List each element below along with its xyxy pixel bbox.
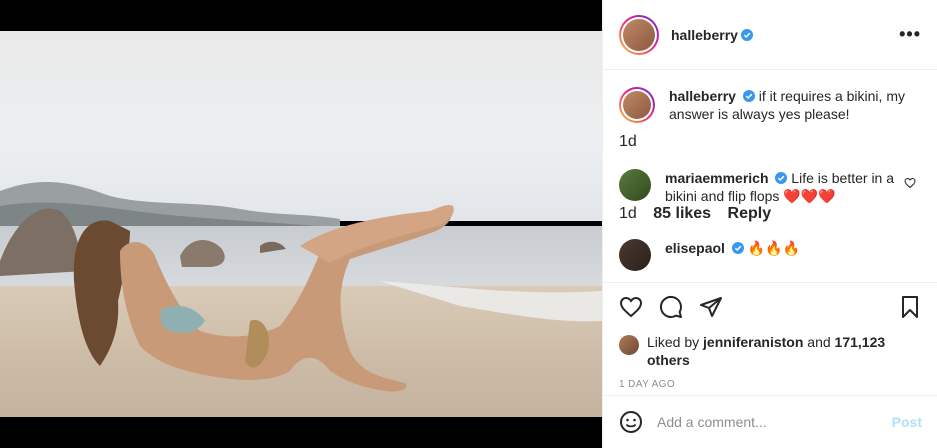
verified-badge-icon (775, 172, 788, 184)
caption-time[interactable]: 1d (619, 133, 637, 150)
likes-prefix: Liked by (647, 334, 700, 350)
likes-text: Liked by jenniferaniston and 171,123 oth… (647, 333, 922, 369)
comment-username[interactable]: mariaemmerich (665, 170, 769, 186)
author-username[interactable]: halleberry (671, 27, 738, 43)
liker-username[interactable]: jenniferaniston (703, 334, 803, 350)
comment-icon[interactable] (659, 295, 683, 319)
comment-input[interactable] (657, 414, 892, 430)
liker-avatar[interactable] (619, 335, 639, 355)
photo-subject (0, 204, 602, 392)
commenter-avatar[interactable] (619, 169, 651, 201)
reply-button[interactable]: Reply (728, 205, 772, 222)
comment-item: mariaemmerich Life is better in a bikini… (619, 169, 922, 205)
add-comment-bar: Post (603, 395, 937, 448)
comment-emoji: 🔥🔥🔥 (747, 240, 800, 256)
caption-avatar[interactable] (623, 91, 651, 119)
commenter-avatar[interactable] (619, 239, 651, 271)
likes-summary: Liked by jenniferaniston and 171,123 oth… (619, 333, 922, 369)
post-media[interactable] (0, 0, 602, 448)
comment-username[interactable]: elisepaol (665, 240, 725, 256)
heart-icon[interactable] (619, 295, 643, 319)
posted-time[interactable]: 1 DAY AGO (619, 379, 922, 390)
author-avatar[interactable] (623, 18, 655, 51)
post-photo[interactable] (0, 31, 602, 417)
caption-meta: 1d (619, 133, 922, 151)
verified-badge-icon (742, 90, 755, 102)
more-options-icon[interactable]: ••• (899, 24, 921, 45)
comment-meta: 1d 85 likes Reply (619, 205, 922, 223)
bookmark-icon[interactable] (898, 295, 922, 319)
post-comment-button[interactable]: Post (892, 414, 922, 430)
comment-text-block: mariaemmerich Life is better in a bikini… (665, 169, 910, 205)
caption-text-block: halleberry if it requires a bikini, my a… (669, 87, 914, 123)
caption: halleberry if it requires a bikini, my a… (619, 87, 922, 123)
post-header: halleberry ••• (603, 0, 937, 70)
emoji-icon[interactable] (619, 410, 643, 434)
caption-username[interactable]: halleberry (669, 88, 736, 104)
share-icon[interactable] (699, 295, 723, 319)
comments-list[interactable]: halleberry if it requires a bikini, my a… (603, 71, 937, 281)
author-story-ring[interactable] (619, 14, 659, 55)
post-actions: Liked by jenniferaniston and 171,123 oth… (603, 282, 937, 394)
comment-likes[interactable]: 85 likes (653, 205, 711, 222)
comment-item: elisepaol 🔥🔥🔥 (619, 239, 922, 271)
verified-badge-icon (740, 28, 753, 41)
small-heart-icon[interactable] (904, 177, 916, 189)
verified-badge-icon (731, 242, 744, 254)
comment-time[interactable]: 1d (619, 205, 637, 222)
comment-text-block: elisepaol 🔥🔥🔥 (665, 239, 910, 271)
action-icons-row (619, 293, 922, 321)
comment-emoji: ❤️❤️❤️ (783, 188, 836, 204)
caption-story-ring[interactable] (619, 87, 655, 123)
post-sidebar: halleberry ••• halleberry if it requires… (602, 0, 937, 448)
likes-joiner: and (807, 334, 831, 350)
